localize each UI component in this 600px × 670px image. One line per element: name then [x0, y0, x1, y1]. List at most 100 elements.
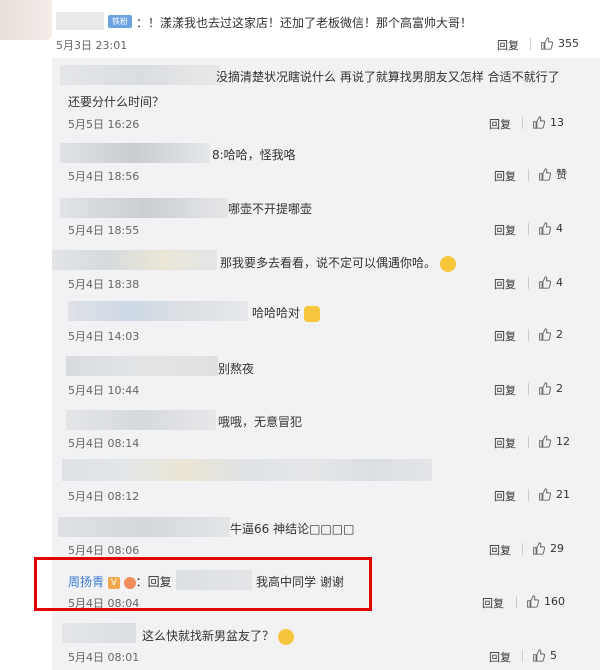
list-item: 哦哦，无意冒犯 5月4日 08:14 回复 12: [52, 404, 600, 456]
reply-button[interactable]: 回复: [489, 542, 511, 558]
divider: [522, 117, 523, 129]
list-item: 哪壶不开提哪壶 5月4日 18:55 回复 4: [52, 190, 600, 243]
like-count: 赞: [556, 168, 567, 181]
reply-button[interactable]: 回复: [494, 168, 516, 184]
reply-button[interactable]: 回复: [489, 116, 511, 132]
thumbs-up-icon: [527, 594, 539, 608]
divider: [530, 38, 531, 50]
thumbs-up-icon: [539, 381, 551, 395]
thumbs-up-icon: [541, 36, 553, 50]
reply-time: 5月4日 18:38: [68, 278, 140, 291]
reply-time: 5月4日 18:56: [68, 170, 140, 183]
top-comment: 铁粉 ：！漾漾我也去过这家店！还加了老板微信！那个高富帅大哥！ 5月3日 23:…: [0, 0, 600, 58]
like-button[interactable]: 4: [538, 275, 563, 289]
divider: [528, 223, 529, 235]
thinking-emoji-icon: [277, 628, 294, 645]
thumbs-up-icon: [539, 167, 551, 181]
thumbs-up-icon: [533, 541, 545, 555]
list-item: 8:哈哈，怪我咯 5月4日 18:56 回复 赞: [52, 137, 600, 189]
highlight-box: [34, 557, 372, 611]
reply-button[interactable]: 回复: [494, 382, 516, 398]
reply-text: 这么快就找新男盆友了？: [142, 627, 294, 645]
divider: [522, 650, 523, 662]
list-item: 那我要多去看看，说不定可以偶遇你哈。 5月4日 18:38 回复 4: [52, 244, 600, 296]
reply-button[interactable]: 回复: [497, 37, 519, 53]
reply-button[interactable]: 回复: [494, 222, 516, 238]
like-count: 2: [556, 327, 563, 341]
comment-text: ：！漾漾我也去过这家店！还加了老板微信！那个高富帅大哥！: [136, 16, 473, 30]
like-button[interactable]: 21: [538, 487, 570, 501]
username-blurred[interactable]: [58, 517, 230, 537]
reply-button[interactable]: 回复: [494, 488, 516, 504]
like-button[interactable]: 160: [526, 594, 565, 608]
reply-button[interactable]: 回复: [494, 276, 516, 292]
like-button[interactable]: 2: [538, 381, 563, 395]
username-blurred[interactable]: [60, 65, 220, 85]
username-blurred[interactable]: [52, 250, 217, 270]
reply-time: 5月4日 18:55: [68, 224, 140, 237]
heart-eyes-emoji-icon: [439, 255, 456, 272]
username-blurred[interactable]: [56, 12, 104, 30]
like-count: 4: [556, 221, 563, 235]
thumbs-up-emoji-icon: [303, 305, 320, 322]
avatar[interactable]: [0, 0, 52, 40]
reply-button[interactable]: 回复: [489, 649, 511, 665]
divider: [528, 436, 529, 448]
reply-time: 5月5日 16:26: [68, 118, 140, 131]
like-button[interactable]: 13: [532, 115, 564, 129]
username-blurred[interactable]: [68, 301, 248, 321]
thumbs-up-icon: [539, 434, 551, 448]
divider: [516, 596, 517, 608]
list-item: 这么快就找新男盆友了？ 5月4日 08:01 回复 5: [52, 617, 600, 670]
username-blurred[interactable]: [62, 623, 136, 643]
reply-text: 没摘清楚状况瞎说什么 再说了就算找男朋友又怎样 合适不就行了: [216, 70, 560, 84]
thumbs-up-icon: [533, 115, 545, 129]
like-button[interactable]: 5: [532, 648, 557, 662]
like-count: 21: [556, 487, 570, 501]
reply-time: 5月4日 10:44: [68, 384, 140, 397]
thumbs-up-icon: [539, 327, 551, 341]
divider: [528, 329, 529, 341]
like-count: 160: [544, 594, 565, 608]
like-count: 12: [556, 434, 570, 448]
like-count: 355: [558, 36, 579, 50]
reply-time: 5月4日 08:01: [68, 651, 140, 664]
like-button[interactable]: 2: [538, 327, 563, 341]
like-count: 5: [550, 648, 557, 662]
username-blurred[interactable]: [62, 459, 432, 481]
like-count: 4: [556, 275, 563, 289]
fan-badge: 铁粉: [108, 15, 132, 28]
reply-button[interactable]: 回复: [482, 595, 504, 611]
divider: [522, 543, 523, 555]
reply-button[interactable]: 回复: [494, 435, 516, 451]
reply-text: 哦哦，无意冒犯: [218, 415, 303, 429]
reply-text: 那我要多去看看，说不定可以偶遇你哈。: [220, 254, 456, 272]
reply-time: 5月4日 08:12: [68, 490, 140, 503]
thumbs-up-icon: [539, 221, 551, 235]
reply-button[interactable]: 回复: [494, 328, 516, 344]
like-button[interactable]: 4: [538, 221, 563, 235]
reply-time: 5月4日 14:03: [68, 330, 140, 343]
divider: [528, 169, 529, 181]
username-blurred[interactable]: [66, 356, 218, 376]
username-blurred[interactable]: [60, 143, 210, 163]
reply-time: 5月4日 08:06: [68, 544, 140, 557]
list-item: 哈哈哈对 5月4日 14:03 回复 2: [52, 297, 600, 349]
username-blurred[interactable]: [60, 198, 228, 218]
like-button[interactable]: 赞: [538, 167, 567, 181]
like-button[interactable]: 12: [538, 434, 570, 448]
list-item: 没摘清楚状况瞎说什么 再说了就算找男朋友又怎样 合适不就行了 还要分什么时间？ …: [52, 58, 600, 136]
reply-text: 牛逼66 神结论□□□□: [230, 522, 355, 536]
reply-text-line2: 还要分什么时间？: [68, 95, 165, 109]
like-button[interactable]: 29: [532, 541, 564, 555]
list-item: 别熬夜 5月4日 10:44 回复 2: [52, 350, 600, 403]
like-button[interactable]: 355: [540, 36, 579, 50]
reply-text: 别熬夜: [218, 362, 255, 376]
divider: [528, 277, 529, 289]
list-item: 牛逼66 神结论□□□□ 5月4日 08:06 回复 29: [52, 511, 600, 561]
reply-time: 5月4日 08:14: [68, 437, 140, 450]
like-count: 13: [550, 115, 564, 129]
username-blurred[interactable]: [66, 410, 216, 430]
divider: [528, 489, 529, 501]
like-count: 2: [556, 381, 563, 395]
